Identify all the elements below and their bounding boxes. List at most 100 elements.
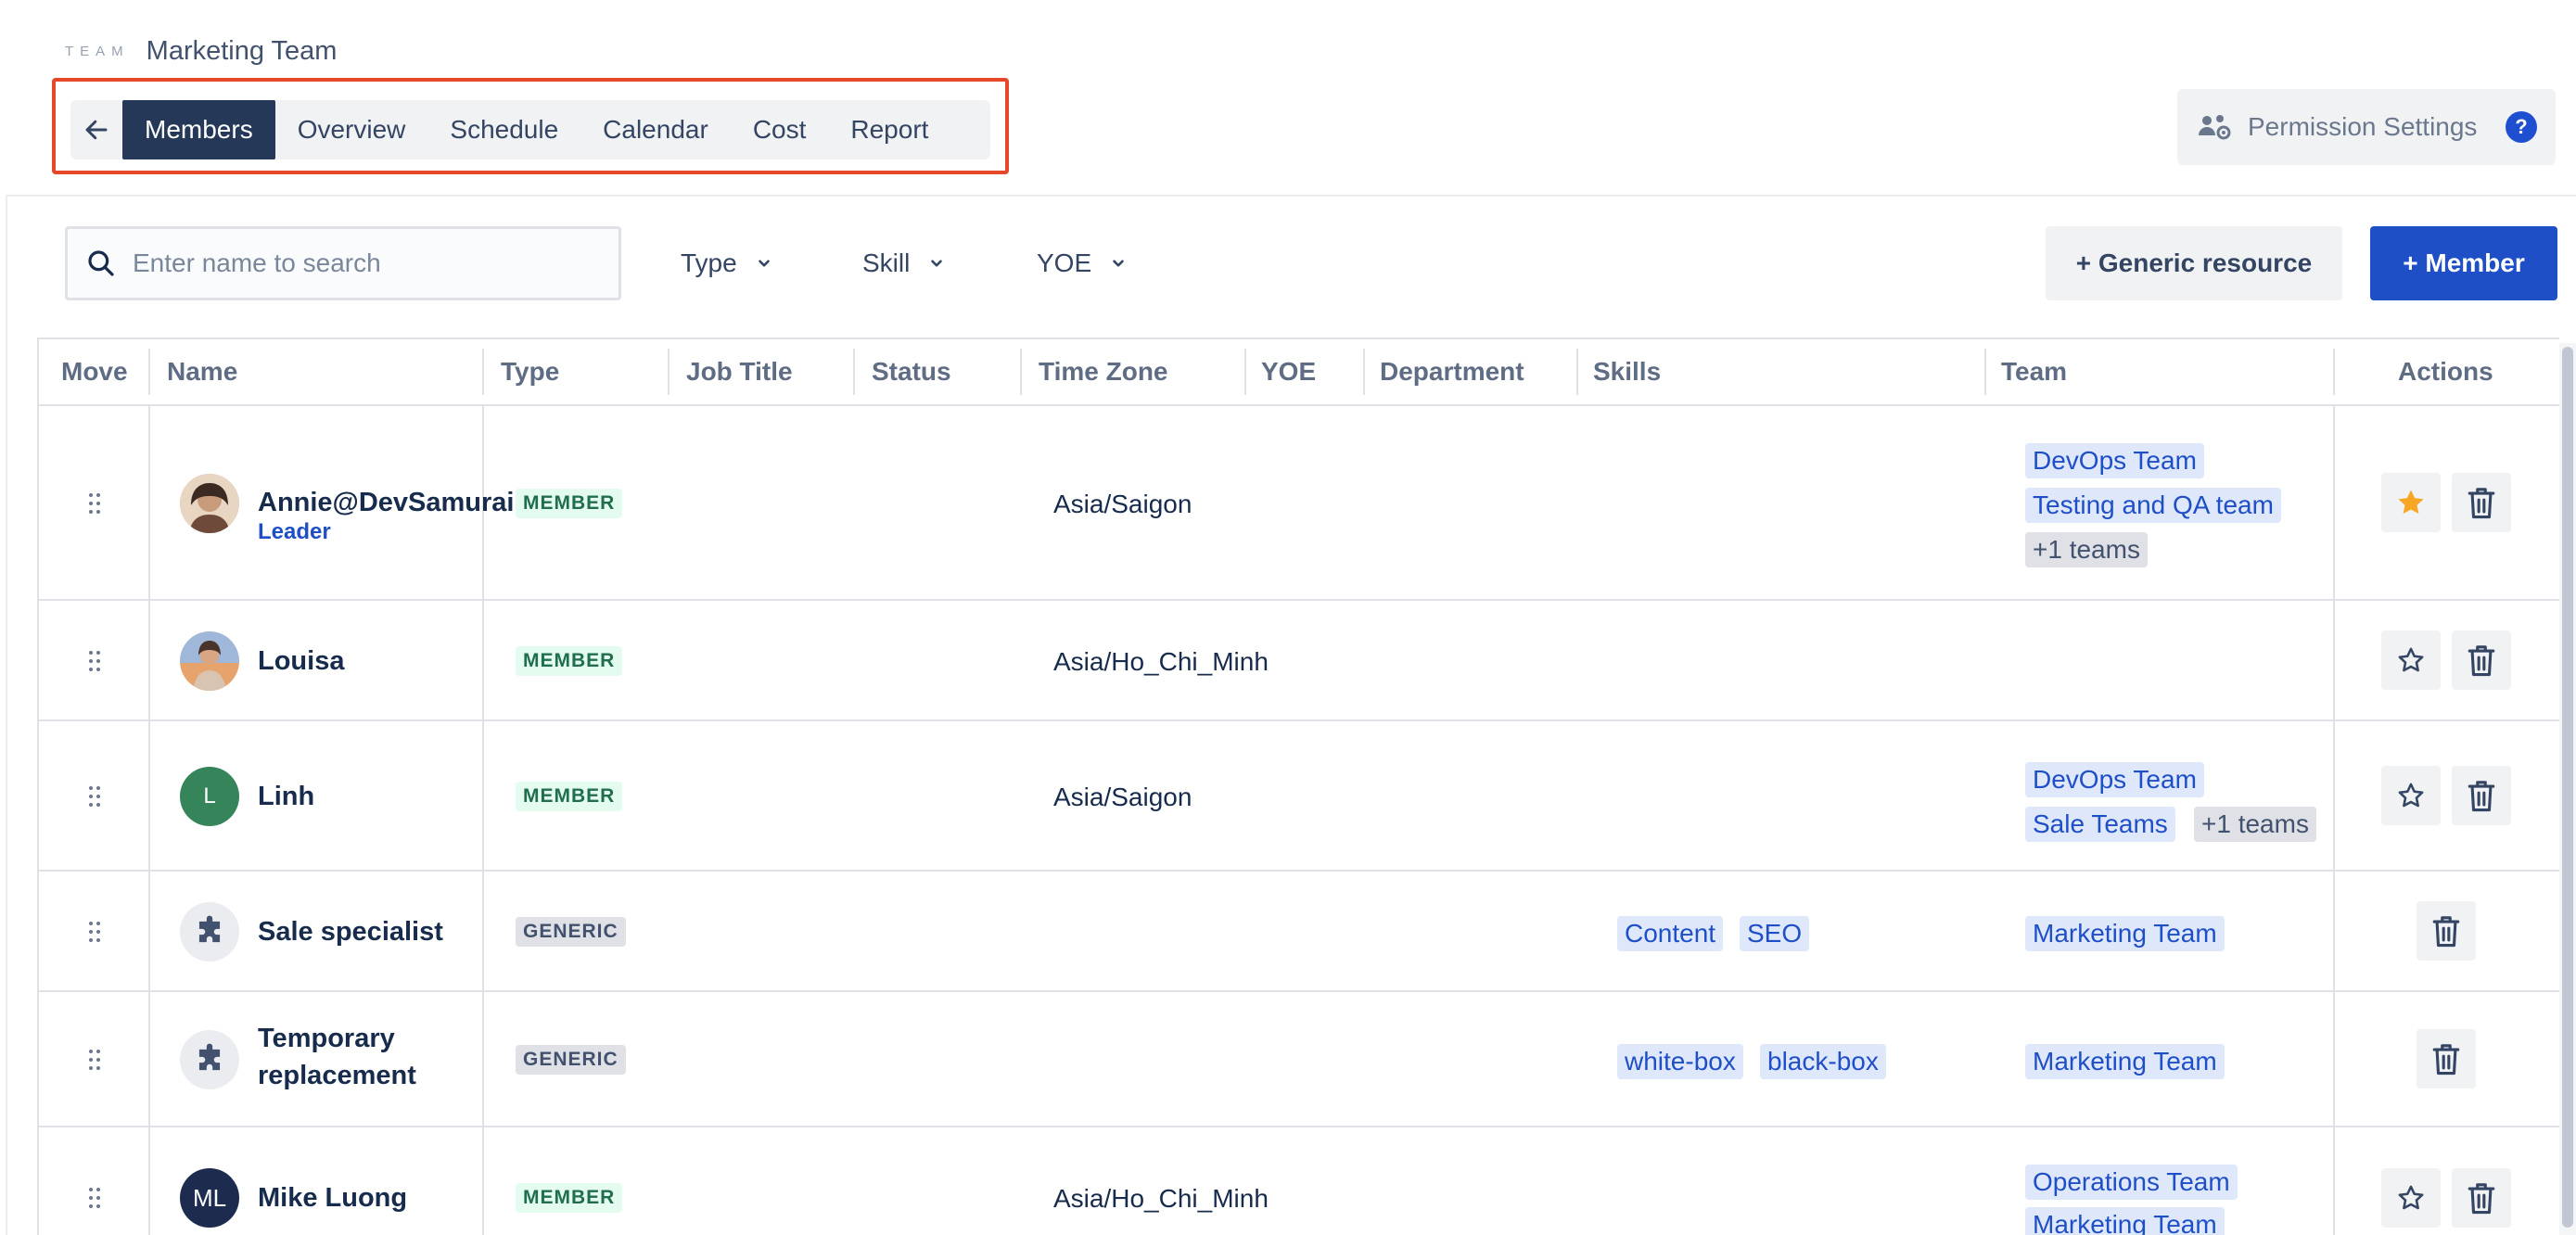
star-outline-icon (2398, 1185, 2424, 1210)
add-member-button[interactable]: + Member (2370, 226, 2557, 300)
delete-button[interactable] (2452, 630, 2511, 690)
skill-tag: white-box (1617, 1044, 1743, 1079)
trash-icon (2468, 488, 2495, 519)
member-name-line-1[interactable]: Temporary (258, 1024, 395, 1054)
type-filter-label: Type (681, 248, 737, 277)
star-outline-icon (2398, 783, 2424, 808)
table-row: Temporary replacement GENERIC white-box … (39, 992, 2559, 1127)
table-row: ML Mike Luong MEMBER Asia/Ho_Chi_Minh Op… (39, 1127, 2559, 1235)
chevron-down-icon (1113, 260, 1124, 267)
member-name-line-2[interactable]: replacement (258, 1061, 416, 1091)
trash-icon (2432, 916, 2460, 948)
avatar (180, 474, 239, 533)
column-job-title[interactable]: Job Title (686, 339, 793, 404)
avatar: ML (180, 1168, 239, 1228)
team-tag: Testing and QA team (2025, 488, 2281, 523)
scrollbar-thumb[interactable] (2562, 347, 2573, 1228)
time-zone: Asia/Saigon (1053, 783, 1192, 811)
delete-button[interactable] (2417, 901, 2476, 961)
type-filter[interactable]: Type (681, 236, 772, 291)
tab-schedule[interactable]: Schedule (427, 100, 580, 159)
more-teams-tag[interactable]: +1 teams (2025, 532, 2148, 567)
column-status[interactable]: Status (872, 339, 951, 404)
tab-overview[interactable]: Overview (275, 100, 428, 159)
column-type[interactable]: Type (501, 339, 559, 404)
drag-handle-icon[interactable] (85, 919, 104, 945)
star-button[interactable] (2381, 630, 2441, 690)
drag-handle-icon[interactable] (85, 490, 104, 516)
member-name[interactable]: Mike Luong (258, 1183, 407, 1214)
trash-icon (2468, 781, 2495, 812)
delete-button[interactable] (2417, 1029, 2476, 1089)
puzzle-icon (180, 902, 239, 961)
table-row: L Linh MEMBER Asia/Saigon DevOps Team Sa… (39, 721, 2559, 872)
delete-button[interactable] (2452, 473, 2511, 532)
time-zone: Asia/Ho_Chi_Minh (1053, 1184, 1269, 1213)
help-icon[interactable]: ? (2506, 111, 2537, 143)
drag-handle-icon[interactable] (85, 1047, 104, 1073)
table-header: Move Name Type Job Title Status Time Zon… (39, 339, 2559, 406)
drag-handle-icon[interactable] (85, 648, 104, 674)
column-team[interactable]: Team (2001, 339, 2067, 404)
column-skills[interactable]: Skills (1593, 339, 1661, 404)
member-name[interactable]: Linh (258, 782, 314, 812)
drag-handle-icon[interactable] (85, 1185, 104, 1211)
member-name[interactable]: Annie@DevSamurai (258, 488, 514, 518)
avatar (180, 631, 239, 691)
member-name[interactable]: Louisa (258, 646, 344, 677)
type-badge: MEMBER (516, 646, 623, 676)
search-box[interactable] (65, 226, 621, 300)
breadcrumb-label: TEAM (65, 43, 130, 59)
member-name[interactable]: Sale specialist (258, 917, 443, 948)
table-row: Annie@DevSamurai Leader MEMBER Asia/Saig… (39, 406, 2559, 601)
star-button[interactable] (2381, 473, 2441, 532)
time-zone: Asia/Ho_Chi_Minh (1053, 647, 1269, 676)
add-generic-resource-button[interactable]: + Generic resource (2046, 226, 2342, 300)
column-time-zone[interactable]: Time Zone (1039, 339, 1168, 404)
table-row: Sale specialist GENERIC Content SEO Mark… (39, 872, 2559, 992)
yoe-filter[interactable]: YOE (1037, 236, 1127, 291)
column-department[interactable]: Department (1380, 339, 1524, 404)
tab-calendar[interactable]: Calendar (580, 100, 731, 159)
tab-report[interactable]: Report (828, 100, 950, 159)
page-title: Marketing Team (146, 35, 338, 66)
skill-tag: black-box (1760, 1044, 1886, 1079)
avatar: L (180, 767, 239, 826)
breadcrumb: TEAM Marketing Team (65, 35, 337, 67)
table-row: Louisa MEMBER Asia/Ho_Chi_Minh (39, 601, 2559, 721)
type-badge: MEMBER (516, 489, 623, 518)
team-tag: Marketing Team (2025, 1207, 2225, 1235)
skill-tag: Content (1617, 916, 1724, 951)
time-zone: Asia/Saigon (1053, 490, 1192, 518)
skill-filter[interactable]: Skill (862, 236, 945, 291)
type-badge: MEMBER (516, 1183, 623, 1213)
back-button[interactable] (70, 100, 122, 159)
team-tag: DevOps Team (2025, 443, 2204, 478)
members-table: Move Name Type Job Title Status Time Zon… (37, 337, 2559, 1235)
users-gear-icon (2199, 115, 2231, 140)
type-badge: MEMBER (516, 782, 623, 811)
tab-bar-highlight: Members Overview Schedule Calendar Cost … (52, 78, 1009, 174)
chevron-down-icon (758, 260, 770, 267)
star-filled-icon (2398, 490, 2424, 515)
arrow-left-icon (85, 120, 108, 140)
skill-filter-label: Skill (862, 248, 911, 277)
column-name[interactable]: Name (167, 339, 237, 404)
search-input[interactable] (133, 248, 578, 278)
star-button[interactable] (2381, 766, 2441, 825)
tab-members[interactable]: Members (122, 100, 275, 159)
more-teams-tag[interactable]: +1 teams (2194, 807, 2316, 842)
puzzle-icon (180, 1030, 239, 1089)
team-tag: Marketing Team (2025, 916, 2225, 951)
delete-button[interactable] (2452, 766, 2511, 825)
tab-cost[interactable]: Cost (731, 100, 829, 159)
star-button[interactable] (2381, 1168, 2441, 1228)
delete-button[interactable] (2452, 1168, 2511, 1228)
team-tag: Sale Teams (2025, 807, 2175, 842)
yoe-filter-label: YOE (1037, 248, 1092, 277)
permission-settings-button[interactable]: Permission Settings ? (2177, 89, 2556, 165)
drag-handle-icon[interactable] (85, 783, 104, 809)
tab-bar: Members Overview Schedule Calendar Cost … (70, 100, 990, 159)
role-label: Leader (258, 519, 331, 544)
column-yoe[interactable]: YOE (1261, 339, 1316, 404)
